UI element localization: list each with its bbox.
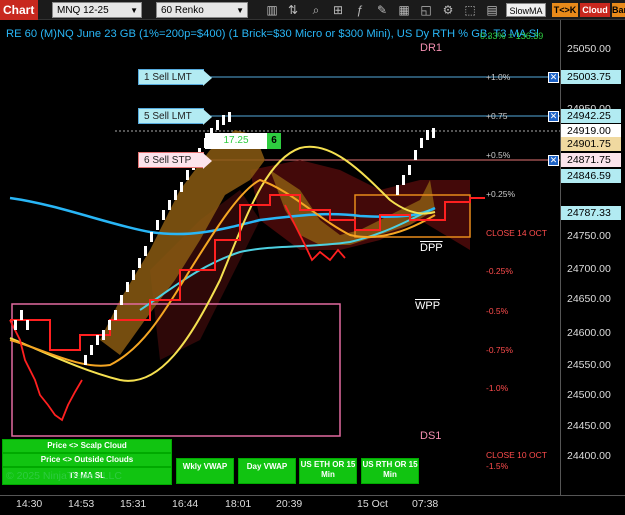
pct-label: -1.5% bbox=[486, 461, 509, 471]
order-sell-lmt-5[interactable]: 5 Sell LMT bbox=[138, 108, 212, 125]
templates-icon[interactable]: ▦ bbox=[396, 2, 412, 18]
outside-clouds-button[interactable]: Price <> Outside Clouds bbox=[2, 453, 172, 467]
chevron-down-icon: ▼ bbox=[236, 6, 244, 15]
time-tick: 07:38 bbox=[412, 498, 439, 510]
order-sell-lmt-1[interactable]: 1 Sell LMT bbox=[138, 69, 212, 86]
price-tick: 24450.00 bbox=[567, 420, 611, 432]
level-dpp: DPP bbox=[420, 242, 443, 254]
pct-label: +0.75 bbox=[486, 111, 508, 121]
close-14oct-label: CLOSE 14 OCT bbox=[486, 228, 547, 238]
pct-label: +0.5% bbox=[486, 150, 511, 160]
price-tick: 24400.00 bbox=[567, 450, 611, 462]
wkly-vwap-button[interactable]: Wkly VWAP bbox=[176, 458, 234, 484]
cloud-toggle-button[interactable]: Cloud bbox=[580, 3, 610, 17]
slowma-button[interactable]: SlowMA bbox=[506, 3, 546, 17]
period-label: 60 Renko bbox=[161, 5, 204, 16]
replay-icon[interactable]: ◱ bbox=[418, 2, 434, 18]
price-tick: 24500.00 bbox=[567, 389, 611, 401]
chart-toolbar: Chart MNQ 12-25 ▼ 60 Renko ▼ ▥ ⇅ ⌕ ⊞ ƒ ✎… bbox=[0, 0, 625, 20]
time-tick: 18:01 bbox=[225, 498, 252, 510]
time-tick: 20:39 bbox=[276, 498, 303, 510]
pct-label: -0.25% bbox=[486, 266, 513, 276]
us-rth-or-button[interactable]: US RTH OR 15 Min bbox=[361, 458, 419, 484]
us-eth-or-button[interactable]: US ETH OR 15 Min bbox=[299, 458, 357, 484]
period-selector[interactable]: 60 Renko ▼ bbox=[156, 2, 248, 18]
pct-label: -0.5% bbox=[486, 306, 509, 316]
pct-label: -1.0% bbox=[486, 383, 509, 393]
drawing-icon[interactable]: ✎ bbox=[374, 2, 390, 18]
price-tag-sell-lmt-5: 24942.25 bbox=[561, 109, 621, 123]
price-tag-sell-lmt-1: 25003.75 bbox=[561, 70, 621, 84]
bar-toggle-button[interactable]: Bar bbox=[612, 3, 625, 17]
screenshot-icon[interactable]: ⬚ bbox=[462, 2, 478, 18]
price-tag-sell-stp: 24871.75 bbox=[561, 153, 621, 167]
cancel-order-icon[interactable]: ✕ bbox=[548, 155, 559, 166]
position-quantity[interactable]: 6 bbox=[267, 133, 281, 149]
price-tag-ma: 24846.59 bbox=[561, 169, 621, 183]
cancel-order-icon[interactable]: ✕ bbox=[548, 111, 559, 122]
pct-label: +0.25% bbox=[486, 189, 516, 199]
instrument-selector[interactable]: MNQ 12-25 ▼ bbox=[52, 2, 142, 18]
price-tick: 24550.00 bbox=[567, 359, 611, 371]
properties-icon[interactable]: ⚙ bbox=[440, 2, 456, 18]
bars-icon[interactable]: ▥ bbox=[264, 2, 280, 18]
chart-title: RE 60 (M)NQ June 23 GB (1%=200p=$400) (1… bbox=[6, 28, 539, 40]
time-tick: 15:31 bbox=[120, 498, 147, 510]
indicators-icon[interactable]: ⊞ bbox=[330, 2, 346, 18]
price-tick: 24600.00 bbox=[567, 327, 611, 339]
close-10oct-label: CLOSE 10 OCT bbox=[486, 450, 547, 460]
price-tick: 24750.00 bbox=[567, 230, 611, 242]
time-tick: 14:30 bbox=[16, 498, 43, 510]
pct-label: +1.0% bbox=[486, 72, 511, 82]
chart-style-icon[interactable]: ⇅ bbox=[285, 2, 301, 18]
day-vwap-button[interactable]: Day VWAP bbox=[238, 458, 296, 484]
title-percent: 0.33% = 136.39 bbox=[480, 31, 544, 41]
order-sell-stp-6[interactable]: 6 Sell STP bbox=[138, 152, 212, 169]
time-tick: 14:53 bbox=[68, 498, 95, 510]
scalp-cloud-button[interactable]: Price <> Scalp Cloud bbox=[2, 439, 172, 453]
level-ds1: DS1 bbox=[420, 430, 442, 442]
price-tag-last: 24919.00 bbox=[561, 124, 621, 138]
price-tick: 25050.00 bbox=[567, 43, 611, 55]
grid-icon[interactable]: ▤ bbox=[484, 2, 500, 18]
strategy-icon[interactable]: ƒ bbox=[352, 2, 368, 18]
level-dr1: DR1 bbox=[420, 42, 443, 54]
copyright: © 2025 NinjaTrader, LLC bbox=[6, 470, 122, 482]
tk-toggle-button[interactable]: T<>K bbox=[552, 3, 578, 17]
search-icon[interactable]: ⌕ bbox=[308, 2, 324, 18]
price-tick: 24650.00 bbox=[567, 293, 611, 305]
position-pnl[interactable]: 17.25 bbox=[205, 133, 267, 149]
instrument-label: MNQ 12-25 bbox=[57, 5, 109, 16]
level-wpp: WPP bbox=[415, 300, 441, 312]
chevron-down-icon: ▼ bbox=[130, 6, 138, 15]
time-tick: 15 Oct bbox=[357, 498, 388, 510]
price-tag-avg: 24901.75 bbox=[561, 137, 621, 151]
chart-canvas[interactable] bbox=[0, 20, 560, 495]
time-tick: 16:44 bbox=[172, 498, 199, 510]
pct-label: -0.75% bbox=[486, 345, 513, 355]
price-tick: 24700.00 bbox=[567, 263, 611, 275]
chart-tab[interactable]: Chart bbox=[0, 0, 38, 20]
cancel-order-icon[interactable]: ✕ bbox=[548, 72, 559, 83]
price-tag-vwap: 24787.33 bbox=[561, 206, 621, 220]
